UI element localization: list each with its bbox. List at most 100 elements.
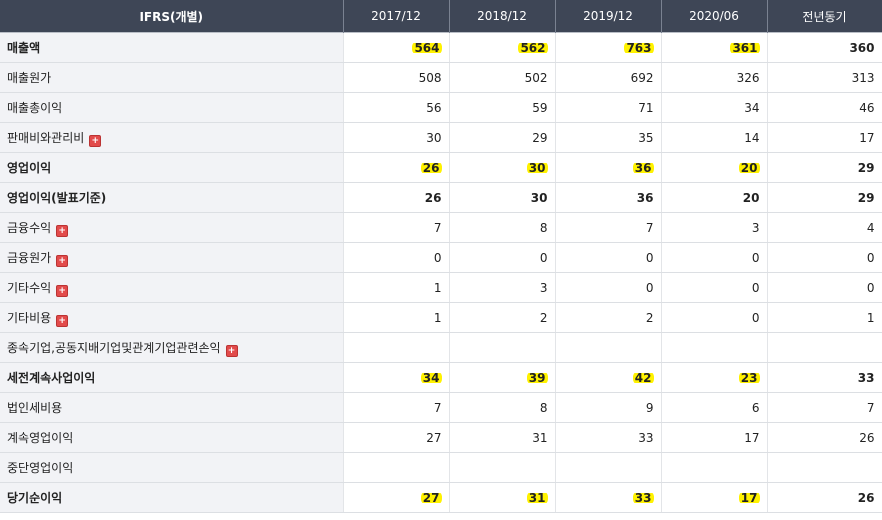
value-cell: 508: [343, 62, 450, 93]
value-text: 29: [857, 190, 875, 205]
table-row: 기타수익 +1 3 0 0 0: [0, 272, 882, 303]
value-cell: 26: [343, 182, 450, 213]
value-cell: 0: [767, 272, 882, 303]
value-cell: 36: [555, 152, 662, 183]
value-cell: 31: [449, 482, 556, 513]
row-label: 판매비와관리비 +: [0, 122, 344, 153]
table-row: 종속기업,공동지배기업및관계기업관련손익 +: [0, 332, 882, 363]
row-label: 영업이익(발표기준): [0, 182, 344, 213]
plus-icon[interactable]: +: [56, 254, 69, 267]
value-text: 30: [426, 130, 442, 145]
value-cell: 27: [343, 422, 450, 453]
value-cell: 29: [767, 182, 882, 213]
value-cell: 59: [449, 92, 556, 123]
value-text: 26: [857, 490, 875, 505]
value-cell: 27: [343, 482, 450, 513]
header-col-2017: 2017/12: [343, 0, 450, 33]
value-cell: 1: [343, 302, 450, 333]
plus-icon[interactable]: +: [56, 314, 69, 327]
row-label: 세전계속사업이익: [0, 362, 344, 393]
value-cell: 0: [767, 242, 882, 273]
value-text: 0: [645, 280, 654, 295]
value-cell: 34: [661, 92, 768, 123]
value-text: 3: [751, 220, 760, 235]
row-label-text: 판매비와관리비: [7, 130, 85, 145]
value-cell: 30: [343, 122, 450, 153]
value-cell: 20: [661, 182, 768, 213]
value-text: 20: [738, 160, 760, 175]
value-text: 29: [532, 130, 548, 145]
value-text: 508: [418, 70, 442, 85]
plus-icon[interactable]: +: [89, 134, 102, 147]
value-text: 361: [730, 40, 760, 55]
value-text: 0: [433, 250, 442, 265]
value-text: 2: [645, 310, 654, 325]
value-cell: 7: [343, 212, 450, 243]
value-text: 0: [751, 310, 760, 325]
value-text: 17: [859, 130, 875, 145]
value-cell: 17: [661, 482, 768, 513]
row-label: 법인세비용: [0, 392, 344, 423]
row-label-text: 법인세비용: [7, 401, 63, 415]
value-text: 562: [518, 40, 548, 55]
value-cell: [343, 332, 450, 363]
row-label: 매출액: [0, 32, 344, 63]
table-row: 금융원가 +0 0 0 0 0: [0, 242, 882, 273]
value-text: 3: [539, 280, 548, 295]
value-cell: 2: [555, 302, 662, 333]
value-cell: 36: [555, 182, 662, 213]
value-text: 17: [738, 490, 760, 505]
value-cell: 4: [767, 212, 882, 243]
value-text: 20: [742, 190, 760, 205]
table-row: 기타비용 +1 2 2 0 1: [0, 302, 882, 333]
row-label-text: 매출액: [7, 41, 41, 55]
table-row: 법인세비용 7 8 9 6 7: [0, 392, 882, 423]
value-text: 326: [736, 70, 760, 85]
value-cell: 56: [343, 92, 450, 123]
value-text: 360: [849, 40, 875, 55]
value-text: 6: [751, 400, 760, 415]
value-text: 71: [638, 100, 654, 115]
value-cell: [767, 452, 882, 483]
value-text: 17: [744, 430, 760, 445]
row-label: 영업이익: [0, 152, 344, 183]
value-cell: 0: [555, 272, 662, 303]
table-row: 계속영업이익 27 31 33 17 26: [0, 422, 882, 453]
header-col-2018: 2018/12: [449, 0, 556, 33]
value-cell: 71: [555, 92, 662, 123]
value-cell: 0: [661, 272, 768, 303]
value-text: 0: [751, 280, 760, 295]
header-col-2020: 2020/06: [661, 0, 768, 33]
value-text: 33: [857, 370, 875, 385]
financial-table: IFRS(개별) 2017/12 2018/12 2019/12 2020/06…: [0, 0, 882, 513]
plus-icon[interactable]: +: [56, 284, 69, 297]
table-body: 매출액 564 562 763 361 360 매출원가 508 502 692 326 313 매출총…: [0, 32, 882, 513]
row-label-text: 중단영업이익: [7, 461, 74, 475]
value-cell: 23: [661, 362, 768, 393]
value-text: 8: [539, 220, 548, 235]
row-label: 금융원가 +: [0, 242, 344, 273]
value-text: 7: [433, 400, 442, 415]
value-cell: 564: [343, 32, 450, 63]
value-cell: [555, 452, 662, 483]
row-label: 중단영업이익: [0, 452, 344, 483]
value-text: 36: [636, 190, 654, 205]
value-cell: 14: [661, 122, 768, 153]
value-cell: 26: [343, 152, 450, 183]
plus-icon[interactable]: +: [225, 344, 238, 357]
header-label: IFRS(개별): [0, 0, 344, 33]
value-cell: 0: [661, 242, 768, 273]
table-row: 매출액 564 562 763 361 360: [0, 32, 882, 63]
value-cell: 9: [555, 392, 662, 423]
table-row: 영업이익(발표기준) 26 30 36 20 29: [0, 182, 882, 213]
value-text: 23: [738, 370, 760, 385]
value-text: 692: [630, 70, 654, 85]
value-text: 0: [866, 250, 875, 265]
value-text: 27: [426, 430, 442, 445]
row-label: 종속기업,공동지배기업및관계기업관련손익 +: [0, 332, 344, 363]
plus-icon[interactable]: +: [56, 224, 69, 237]
value-text: 14: [744, 130, 760, 145]
value-cell: 26: [767, 422, 882, 453]
value-text: 46: [859, 100, 875, 115]
row-label-text: 매출총이익: [7, 101, 63, 115]
